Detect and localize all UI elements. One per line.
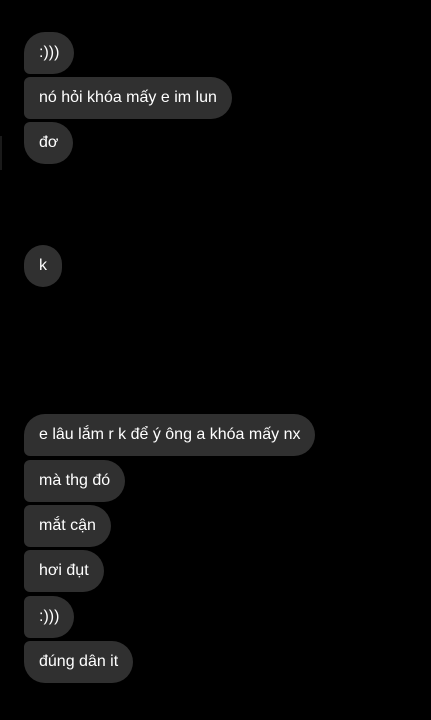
scroll-edge-indicator bbox=[0, 136, 2, 170]
message-text: k bbox=[39, 257, 47, 274]
message-text: mắt cận bbox=[39, 517, 96, 534]
message-text: :))) bbox=[39, 608, 60, 625]
message-bubble[interactable]: mà thg đó bbox=[24, 460, 126, 502]
message-bubble[interactable]: nó hỏi khóa mấy e im lun bbox=[24, 77, 232, 119]
message-text: mà thg đó bbox=[39, 472, 111, 489]
message-bubble[interactable]: k bbox=[24, 245, 62, 287]
message-bubble[interactable]: :))) bbox=[24, 596, 75, 638]
message-text: đúng dân it bbox=[39, 653, 119, 670]
message-text: e lâu lắm r k để ý ông a khóa mấy nx bbox=[39, 426, 301, 443]
message-bubble[interactable]: đúng dân it bbox=[24, 641, 134, 683]
chat-thread: :))) nó hỏi khóa mấy e im lun đơ k e lâu… bbox=[0, 0, 431, 720]
message-text: nó hỏi khóa mấy e im lun bbox=[39, 89, 217, 106]
message-text: :))) bbox=[39, 44, 60, 61]
message-bubble[interactable]: :))) bbox=[24, 32, 75, 74]
message-text: hơi đụt bbox=[39, 562, 89, 579]
message-bubble[interactable]: e lâu lắm r k để ý ông a khóa mấy nx bbox=[24, 414, 316, 456]
message-bubble[interactable]: đơ bbox=[24, 122, 74, 164]
message-text: đơ bbox=[39, 134, 59, 151]
message-bubble[interactable]: mắt cận bbox=[24, 505, 111, 547]
message-bubble[interactable]: hơi đụt bbox=[24, 550, 104, 592]
